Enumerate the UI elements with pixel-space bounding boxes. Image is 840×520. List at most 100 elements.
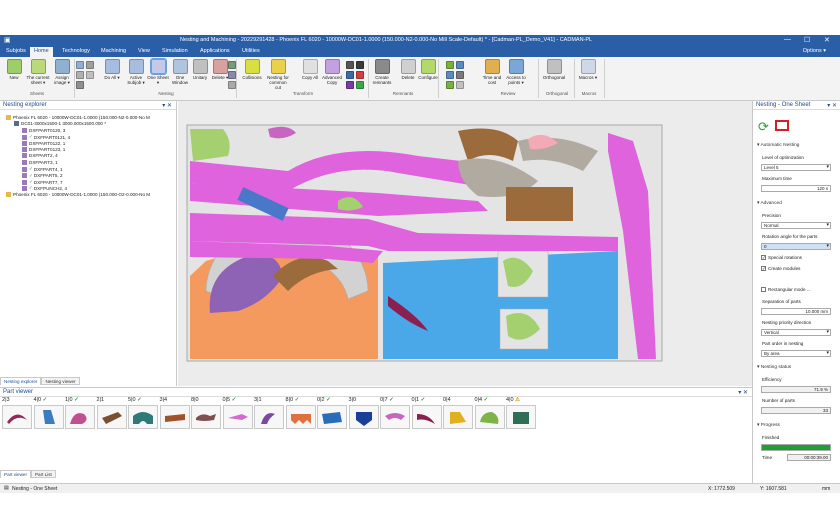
part-thumbnail[interactable]: 0|5 ✓ <box>222 397 253 429</box>
ribbon-button-12[interactable]: Advanced Copy <box>320 59 344 85</box>
tab-nesting-viewer[interactable]: Nesting viewer <box>41 377 80 385</box>
ribbon-button-0[interactable]: New <box>2 59 26 80</box>
tool-icon[interactable] <box>446 81 454 89</box>
tree-item[interactable]: DXFPART0120, 3 <box>22 127 65 133</box>
rotation-select[interactable]: 0 <box>761 243 831 250</box>
tab-home[interactable]: Home <box>30 47 53 57</box>
part-thumbnail[interactable]: 0|7 ✓ <box>380 397 410 429</box>
tool-icon[interactable] <box>456 71 464 79</box>
tree-item[interactable]: ✓ DXFPART4, 1 <box>22 166 63 172</box>
rectangular-mode-checkbox[interactable]: Rectangular mode ... <box>761 287 811 293</box>
special-rotations-checkbox[interactable]: ✓ Special rotations <box>761 255 802 261</box>
close-icon[interactable]: ▾ ✕ <box>162 102 172 109</box>
part-thumbnail[interactable]: 1|0 ✓ <box>65 397 95 429</box>
tool-icon[interactable] <box>346 81 354 89</box>
ribbon-button-16[interactable]: Time and cost <box>480 59 504 85</box>
tree-item[interactable]: Phoenix FL 6020 - 10000W-DC01-1.0000 (15… <box>6 191 150 197</box>
level-select[interactable]: Level 5 <box>761 164 831 171</box>
part-thumbnail[interactable]: 3|1 <box>254 397 284 429</box>
tool-icon[interactable] <box>228 81 236 89</box>
advanced-header[interactable]: ▾ Advanced <box>757 201 782 206</box>
part-thumbnail[interactable]: 2|3 <box>2 397 32 429</box>
ribbon-button-3[interactable]: Do All ▾ <box>100 59 124 80</box>
precision-select[interactable]: Normal <box>761 222 831 229</box>
tool-icon[interactable] <box>446 61 454 69</box>
part-thumbnail[interactable]: 5|0 ✓ <box>128 397 158 429</box>
tool-icon[interactable] <box>356 71 364 79</box>
ribbon-button-4[interactable]: Active Subjob ▾ <box>124 59 148 85</box>
sheet-drawing[interactable] <box>178 101 752 386</box>
tab-part-list[interactable]: Part List <box>30 470 56 478</box>
exit-icon[interactable] <box>775 120 789 131</box>
close-window-button[interactable]: ✕ <box>824 36 830 44</box>
minimize-button[interactable]: — <box>784 36 791 43</box>
ribbon-button-10[interactable]: Nesting for common cut <box>266 59 290 90</box>
tool-icon[interactable] <box>86 61 94 69</box>
tool-icon[interactable] <box>76 81 84 89</box>
nesting-status-header[interactable]: ▾ Nesting status <box>757 365 791 370</box>
tab-nesting-explorer[interactable]: Nesting explorer <box>0 377 42 385</box>
tree-item[interactable]: DXFPART0122, 1 <box>22 140 65 146</box>
tool-icon[interactable] <box>86 71 94 79</box>
tool-icon[interactable] <box>456 61 464 69</box>
tab-subjobs[interactable]: Subjobs <box>2 47 30 57</box>
tab-utilities[interactable]: Utilities <box>238 47 264 57</box>
tree-item[interactable]: DXFPART3, 1 <box>22 159 58 165</box>
maximize-button[interactable]: ☐ <box>804 36 810 44</box>
part-thumbnail[interactable]: 4|0 ✓ <box>33 397 64 429</box>
part-thumbnail[interactable]: 8|0 ✓ <box>285 397 316 429</box>
run-nesting-icon[interactable]: ⟳ <box>758 119 769 135</box>
ribbon-button-5[interactable]: One Sheet ▾ <box>146 58 170 85</box>
ribbon-button-9[interactable]: Collisions <box>240 59 264 80</box>
tool-icon[interactable] <box>456 81 464 89</box>
tab-technology[interactable]: Technology <box>58 47 94 57</box>
create-modules-checkbox[interactable]: ✓ Create modules <box>761 266 800 272</box>
tool-icon[interactable] <box>446 71 454 79</box>
separation-input[interactable]: 10.000 mm <box>761 308 831 315</box>
part-thumbnail[interactable]: 0|2 ✓ <box>317 397 347 429</box>
ribbon-button-11[interactable]: Copy All <box>298 59 322 80</box>
tool-icon[interactable] <box>76 71 84 79</box>
part-thumbnail[interactable]: 0|4 <box>443 397 473 429</box>
tool-icon[interactable] <box>228 71 236 79</box>
part-thumbnail[interactable]: 4|0 ⚠ <box>506 397 536 429</box>
ribbon-button-17[interactable]: Access to points ▾ <box>504 59 528 85</box>
tree-item[interactable]: Phoenix FL 6020 - 10000W-DC01-1.0000 (15… <box>6 115 150 120</box>
tree-item[interactable]: ✓ DXFPART7, 7 <box>22 179 63 185</box>
ribbon-button-15[interactable]: Configure <box>416 59 440 80</box>
part-thumbnail[interactable]: 3|0 <box>348 397 379 429</box>
tab-applications[interactable]: Applications <box>196 47 234 57</box>
part-thumbnail[interactable]: 3|4 <box>159 397 190 429</box>
options-menu[interactable]: Options ▾ <box>803 48 826 54</box>
tool-icon[interactable] <box>356 81 364 89</box>
tree-item[interactable]: ✓ DXFPART5, 2 <box>22 173 63 179</box>
tab-machining[interactable]: Machining <box>97 47 130 57</box>
tab-view[interactable]: View <box>134 47 154 57</box>
tool-icon[interactable] <box>228 61 236 69</box>
max-time-input[interactable]: 120 s <box>761 185 831 192</box>
ribbon-button-18[interactable]: Orthogonal <box>542 59 566 80</box>
tool-icon[interactable] <box>76 61 84 69</box>
part-thumbnail[interactable]: 8|0 <box>191 397 221 429</box>
brown-block-part[interactable] <box>506 187 573 221</box>
tab-part-viewer[interactable]: Part viewer <box>0 470 31 478</box>
tree-item[interactable]: ✓ DXFPART0121, 4 <box>22 134 70 140</box>
ribbon-button-2[interactable]: Assign image ▾ <box>50 59 74 85</box>
nesting-canvas[interactable] <box>178 101 752 386</box>
tool-icon[interactable] <box>356 61 364 69</box>
tool-icon[interactable] <box>346 71 354 79</box>
tool-icon[interactable] <box>346 61 354 69</box>
pin-icon[interactable]: ▾ ✕ <box>827 102 837 109</box>
ribbon-button-19[interactable]: Macros ▾ <box>576 59 600 80</box>
part-thumbnail[interactable]: 0|1 ✓ <box>411 397 442 429</box>
tab-simulation[interactable]: Simulation <box>158 47 192 57</box>
tree-item[interactable]: DXFPART0123, 1 <box>22 147 65 152</box>
tree-item[interactable]: ✓ DXFPUNCH2, 4 <box>22 185 67 191</box>
automatic-nesting-header[interactable]: ▾ Automatic Nesting <box>757 143 799 148</box>
close-icon[interactable]: ▾ ✕ <box>738 389 748 396</box>
ribbon-button-13[interactable]: Create remnants <box>370 59 394 85</box>
green-part-top[interactable] <box>190 129 230 161</box>
part-thumbnail[interactable]: 0|4 ✓ <box>474 397 505 429</box>
tree-item[interactable]: DC01-3000x1500-1 3000.000x1500.000 * <box>14 121 106 127</box>
tree-item[interactable]: DXFPART2, 4 <box>22 153 58 159</box>
